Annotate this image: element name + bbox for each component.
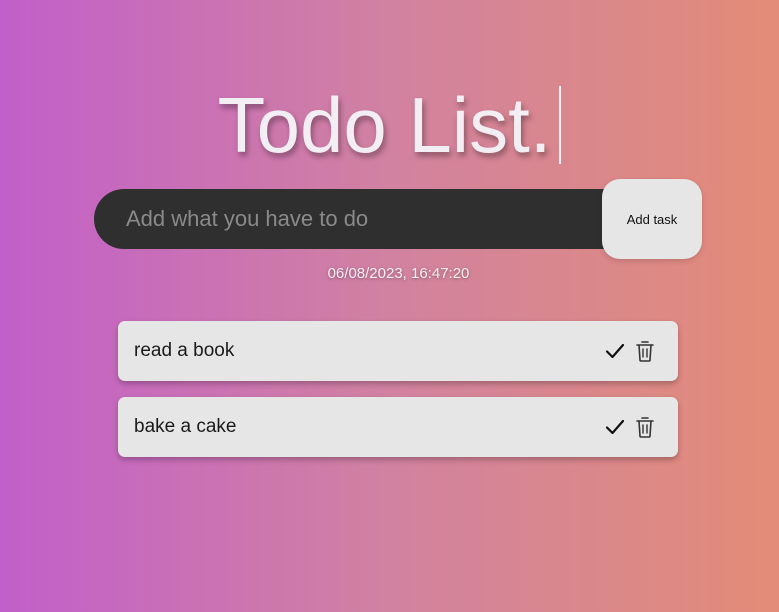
page-title: Todo List. [217, 81, 552, 169]
todo-item: bake a cake [118, 397, 678, 457]
todo-text: read a book [134, 340, 235, 361]
todo-text: bake a cake [134, 416, 237, 437]
check-icon[interactable] [604, 339, 626, 363]
add-task-button[interactable]: Add task [602, 179, 702, 259]
task-input[interactable] [126, 189, 596, 249]
trash-icon[interactable] [634, 339, 656, 363]
title-area: Todo List. [0, 82, 779, 172]
typing-caret [559, 86, 562, 164]
current-datetime: 06/08/2023, 16:47:20 [327, 265, 470, 282]
check-icon[interactable] [604, 415, 626, 439]
todo-item: read a book [118, 321, 678, 381]
task-input-container [94, 189, 654, 249]
todo-list: read a book bake a cake [118, 321, 678, 473]
trash-icon[interactable] [634, 415, 656, 439]
